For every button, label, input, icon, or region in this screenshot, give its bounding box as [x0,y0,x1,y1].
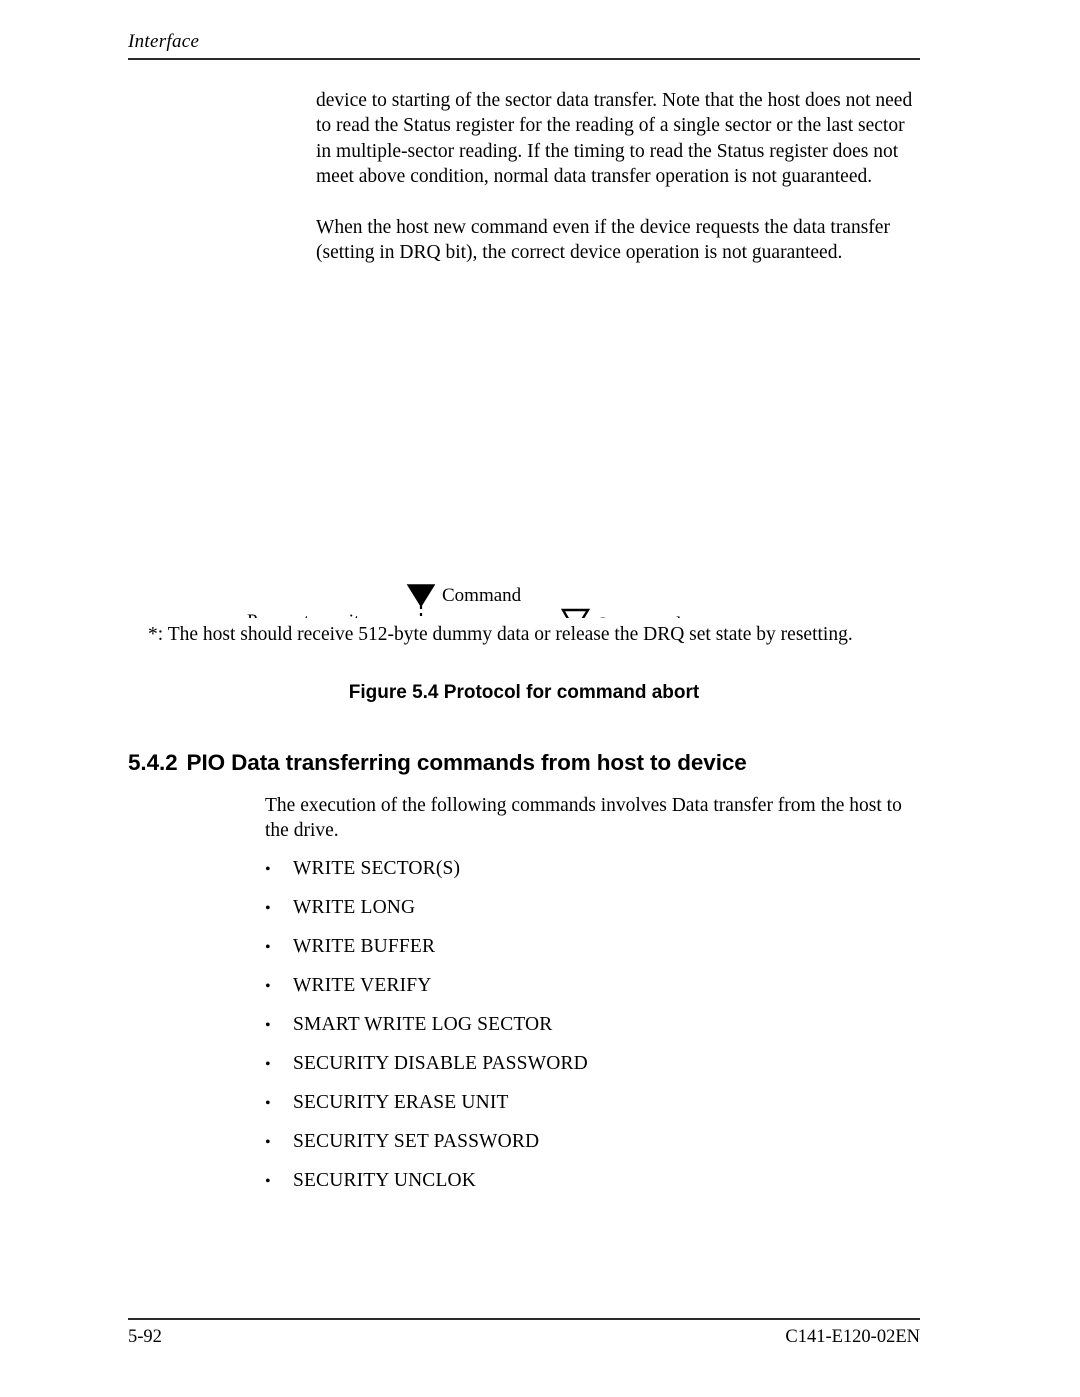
status-read-triangle-icon [560,608,591,618]
section-heading: 5.4.2 PIO Data transferring commands from… [128,750,958,776]
bullet-icon: • [265,1056,271,1073]
intro-paragraph-2: When the host new command even if the de… [316,215,916,266]
list-item-label: WRITE BUFFER [293,936,436,957]
list-item: • SECURITY ERASE UNIT [265,1092,915,1131]
bullet-icon: • [265,1173,271,1190]
annotation-status-read: Status read [597,614,681,618]
command-list: • WRITE SECTOR(S) • WRITE LONG • WRITE B… [265,858,915,1209]
annotation-command: Command [442,585,522,606]
list-item: • WRITE SECTOR(S) [265,858,915,897]
list-item-label: SECURITY UNCLOK [293,1170,476,1191]
list-item-label: SECURITY DISABLE PASSWORD [293,1053,588,1074]
list-item: • SECURITY UNCLOK [265,1170,915,1209]
bullet-icon: • [265,900,271,917]
page-header: Interface [128,30,920,60]
bullet-icon: • [265,978,271,995]
bullet-icon: • [265,1095,271,1112]
list-item: • SMART WRITE LOG SECTOR [265,1014,915,1053]
running-head: Interface [128,31,200,52]
list-item: • SECURITY DISABLE PASSWORD [265,1053,915,1092]
bullet-icon: • [265,939,271,956]
list-item: • WRITE LONG [265,897,915,936]
command-triangle-icon [406,584,436,608]
document-id: C141-E120-02EN [785,1327,920,1347]
bullet-icon: • [265,861,271,878]
page-number: 5-92 [128,1327,162,1347]
intro-paragraph-1-text: device to starting of the sector data tr… [316,90,913,188]
list-item-label: WRITE LONG [293,897,416,918]
list-item-label: SECURITY ERASE UNIT [293,1092,509,1113]
figure-footnote: *: The host should receive 512-byte dumm… [148,624,853,645]
list-item: • WRITE VERIFY [265,975,915,1014]
footer-rule [128,1318,920,1320]
list-item: • WRITE BUFFER [265,936,915,975]
bullet-icon: • [265,1017,271,1034]
page-footer: 5-92 C141-E120-02EN [128,1318,920,1348]
timing-diagram: BSY DRDY DRQ INTRQ Data transfer Paramet… [0,288,1080,618]
list-item-label: WRITE VERIFY [293,975,432,996]
section-paragraph: The execution of the following commands … [265,795,902,842]
list-item-label: SMART WRITE LOG SECTOR [293,1014,553,1035]
section-title: PIO Data transferring commands from host… [186,750,747,775]
list-item: • SECURITY SET PASSWORD [265,1131,915,1170]
header-rule [128,58,920,60]
intro-paragraph-2-text: When the host new command even if the de… [316,217,890,264]
section-number: 5.4.2 [128,750,178,775]
intro-paragraph-1: device to starting of the sector data tr… [316,88,916,190]
annotation-parameter-write: Parameter write [247,611,368,618]
list-item-label: WRITE SECTOR(S) [293,858,461,879]
list-item-label: SECURITY SET PASSWORD [293,1131,540,1152]
figure-caption: Figure 5.4 Protocol for command abort [348,682,700,703]
bullet-icon: • [265,1134,271,1151]
